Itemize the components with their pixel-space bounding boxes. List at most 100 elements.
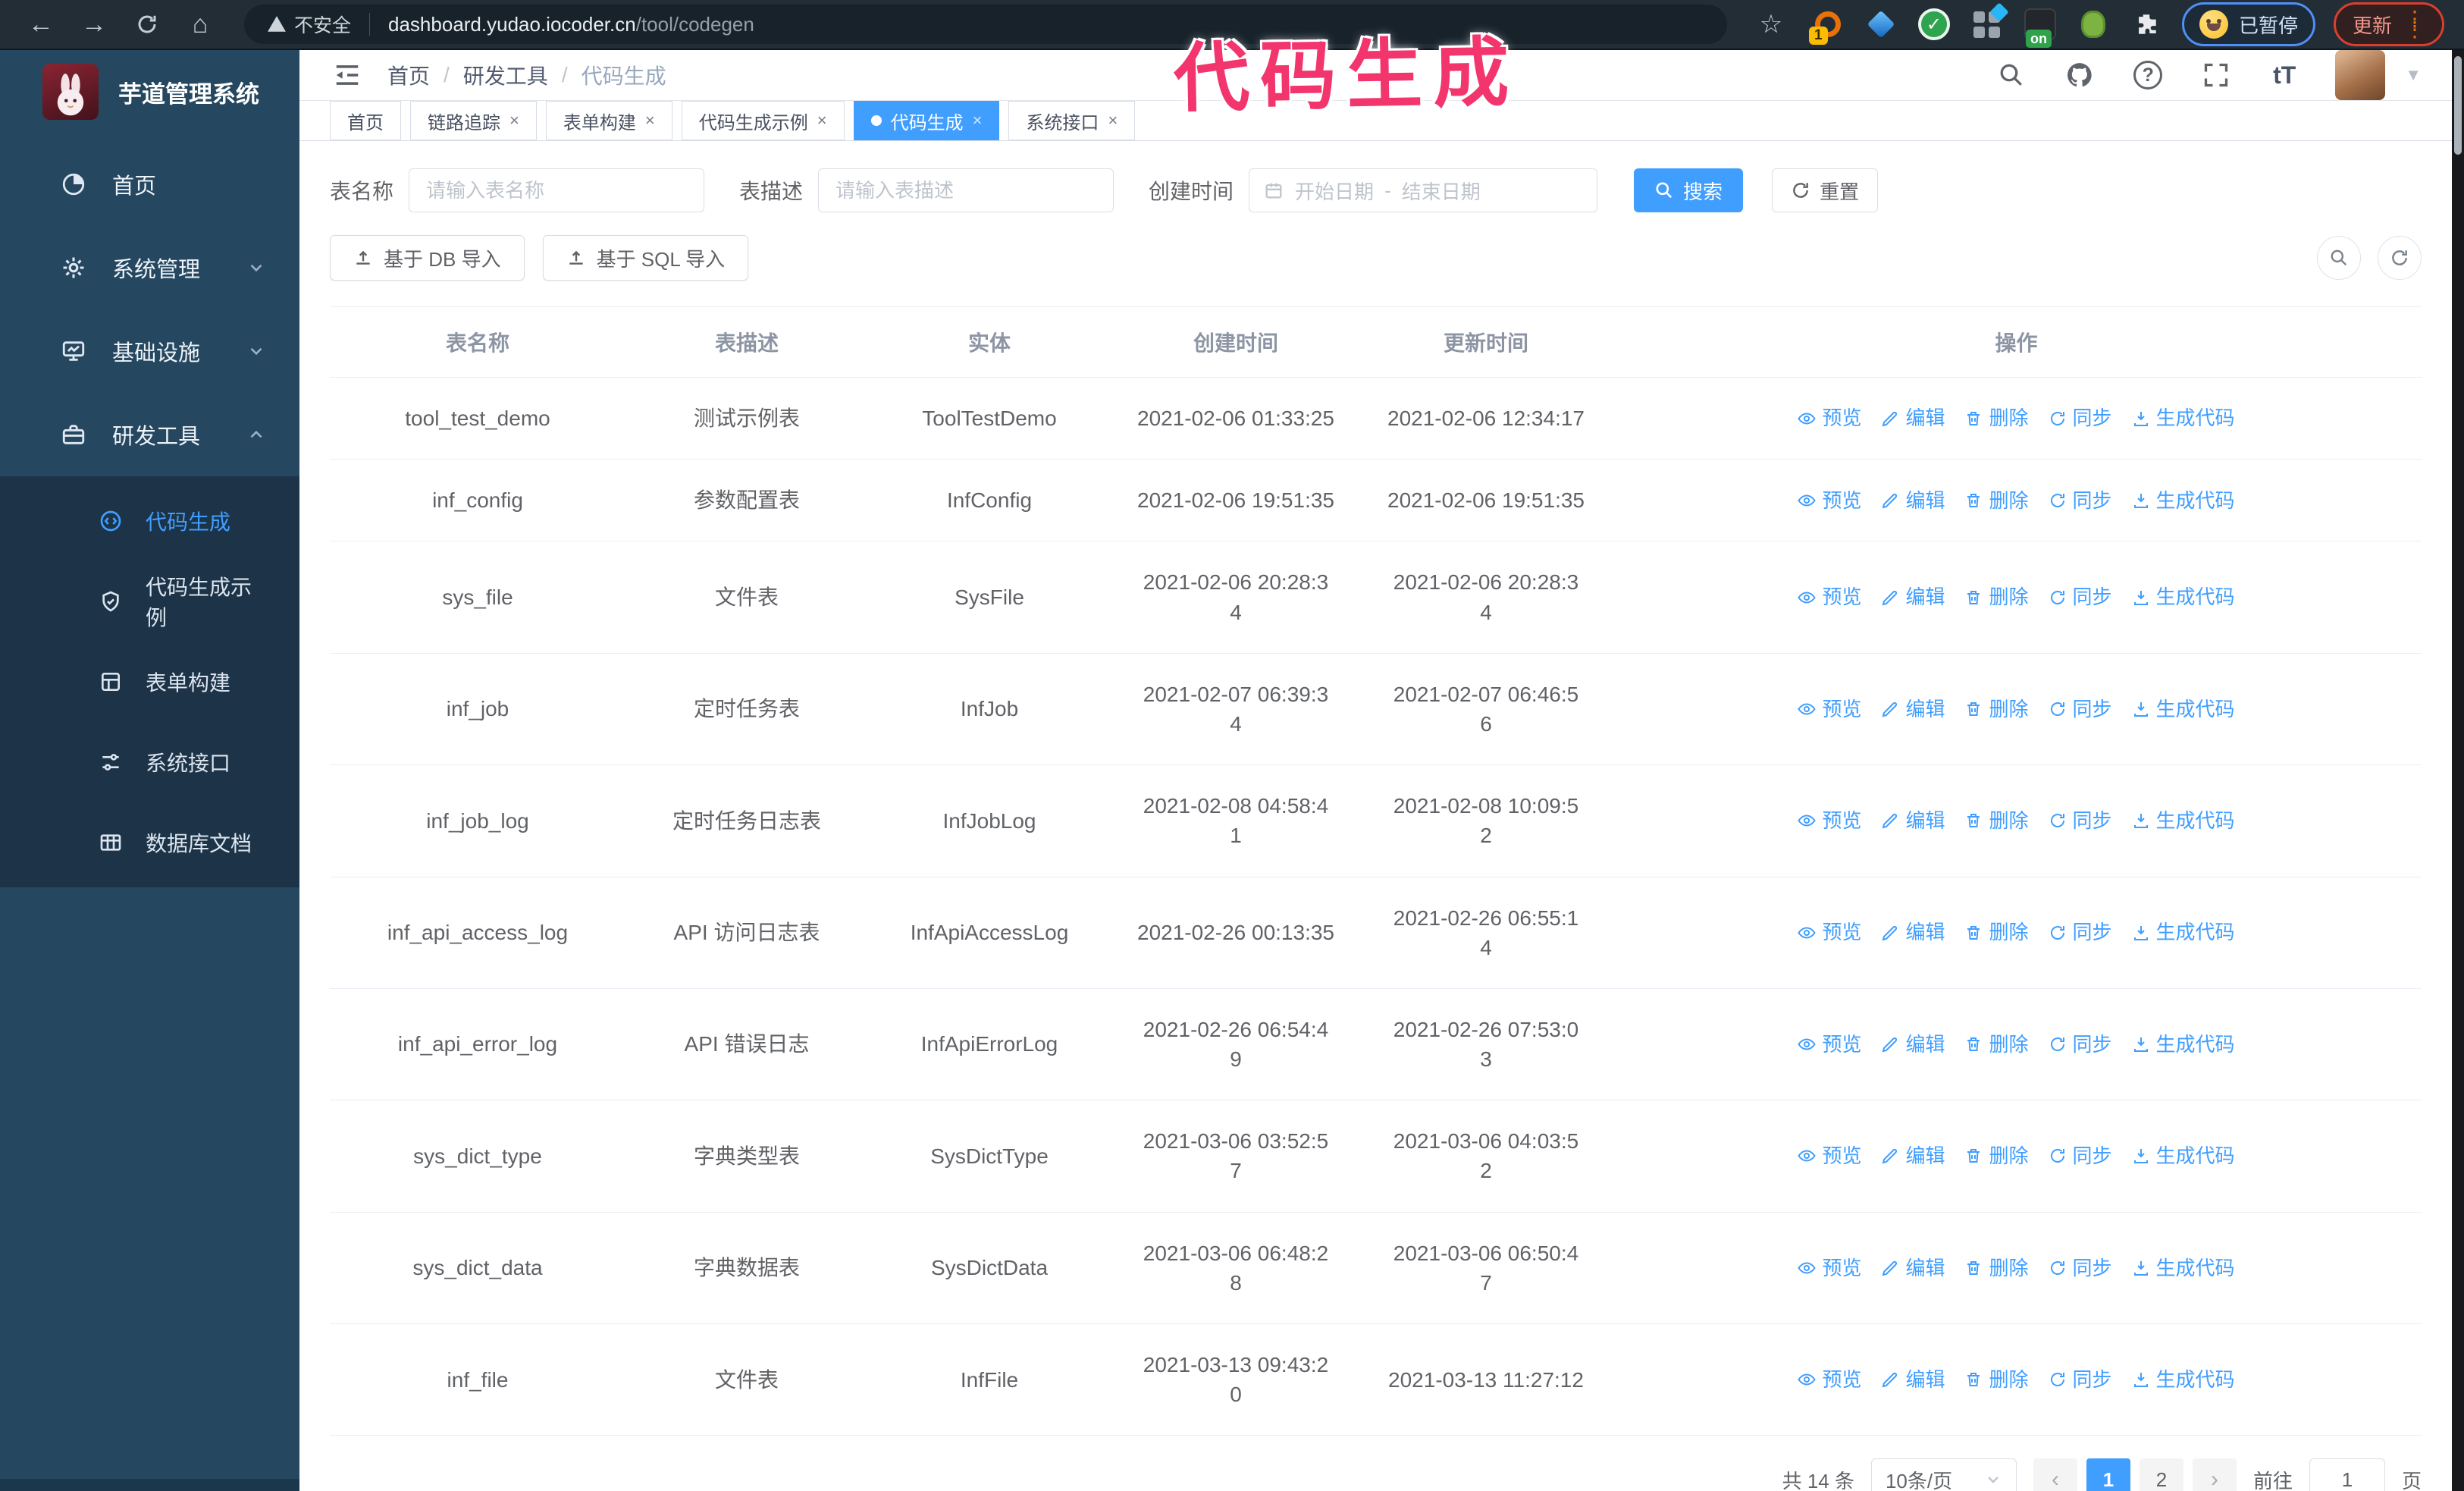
sync-link[interactable]: 同步 xyxy=(2049,807,2112,834)
sidebar-item-devtools[interactable]: 研发工具 xyxy=(0,393,299,476)
edit-link[interactable]: 编辑 xyxy=(1881,1142,1945,1169)
generate-code-link[interactable]: 生成代码 xyxy=(2132,487,2235,514)
page-button-2[interactable]: 2 xyxy=(2139,1458,2183,1491)
reset-button[interactable]: 重置 xyxy=(1772,168,1879,212)
help-icon[interactable]: ? xyxy=(2130,58,2165,93)
table-row[interactable]: sys_dict_data 字典数据表 SysDictData 2021-03-… xyxy=(330,1212,2422,1325)
generate-code-link[interactable]: 生成代码 xyxy=(2132,1366,2235,1393)
sidebar-item-home[interactable]: 首页 xyxy=(0,143,299,226)
date-range-picker[interactable]: 开始日期 - 结束日期 xyxy=(1249,168,1598,212)
preview-link[interactable]: 预览 xyxy=(1798,1142,1861,1169)
preview-link[interactable]: 预览 xyxy=(1798,1031,1861,1058)
preview-link[interactable]: 预览 xyxy=(1798,404,1861,432)
preview-link[interactable]: 预览 xyxy=(1798,487,1861,514)
sync-link[interactable]: 同步 xyxy=(2049,1366,2112,1393)
generate-code-link[interactable]: 生成代码 xyxy=(2132,695,2235,723)
sync-link[interactable]: 同步 xyxy=(2049,404,2112,432)
browser-home-icon[interactable]: ⌂ xyxy=(179,3,221,46)
sidebar-fold-icon[interactable] xyxy=(327,55,368,96)
preview-link[interactable]: 预览 xyxy=(1798,695,1861,723)
page-tab[interactable]: 代码生成示例 × xyxy=(681,101,845,140)
github-icon[interactable] xyxy=(2062,58,2097,93)
sidebar-item-db-doc[interactable]: 数据库文档 xyxy=(0,802,299,883)
search-button[interactable]: 搜索 xyxy=(1634,168,1744,212)
extension-dark-icon[interactable]: on xyxy=(2023,7,2058,48)
url-text[interactable]: dashboard.yudao.iocoder.cn/tool/codegen xyxy=(388,13,754,36)
sync-link[interactable]: 同步 xyxy=(2049,487,2112,514)
breadcrumb-item[interactable]: 研发工具 xyxy=(463,60,548,90)
import-db-button[interactable]: 基于 DB 导入 xyxy=(330,235,525,281)
refresh-table-button[interactable] xyxy=(2378,236,2422,280)
goto-page-input[interactable] xyxy=(2309,1458,2385,1491)
tab-close-icon[interactable]: × xyxy=(817,111,827,130)
browser-menu-dots-icon[interactable]: ⋮ ⋮ xyxy=(2404,8,2425,40)
generate-code-link[interactable]: 生成代码 xyxy=(2132,404,2235,432)
table-row[interactable]: inf_file 文件表 InfFile 2021-03-13 09:43:2 … xyxy=(330,1323,2422,1436)
sync-link[interactable]: 同步 xyxy=(2049,1031,2112,1058)
sync-link[interactable]: 同步 xyxy=(2049,695,2112,723)
delete-link[interactable]: 删除 xyxy=(1964,404,2029,432)
extension-green-icon[interactable] xyxy=(2076,7,2111,42)
edit-link[interactable]: 编辑 xyxy=(1881,583,1945,611)
sidebar-item-system[interactable]: 系统管理 xyxy=(0,226,299,309)
extension-grid-icon[interactable] xyxy=(1970,2,2009,42)
delete-link[interactable]: 删除 xyxy=(1964,1031,2029,1058)
import-sql-button[interactable]: 基于 SQL 导入 xyxy=(542,235,749,281)
sidebar-item-api[interactable]: 系统接口 xyxy=(0,722,299,802)
browser-forward-icon[interactable]: → xyxy=(73,3,115,46)
delete-link[interactable]: 删除 xyxy=(1964,487,2029,514)
page-tab[interactable]: 系统接口 × xyxy=(1008,101,1136,140)
breadcrumb-item[interactable]: 首页 xyxy=(387,60,430,90)
delete-link[interactable]: 删除 xyxy=(1964,583,2029,611)
sync-link[interactable]: 同步 xyxy=(2049,1142,2112,1169)
user-avatar[interactable] xyxy=(2335,50,2386,100)
edit-link[interactable]: 编辑 xyxy=(1881,487,1945,514)
edit-link[interactable]: 编辑 xyxy=(1881,807,1945,834)
preview-link[interactable]: 预览 xyxy=(1798,1366,1861,1393)
generate-code-link[interactable]: 生成代码 xyxy=(2132,1031,2235,1058)
bookmark-star-icon[interactable]: ☆ xyxy=(1750,3,1792,46)
tab-close-icon[interactable]: × xyxy=(645,111,655,130)
tab-close-icon[interactable]: × xyxy=(973,111,983,130)
fullscreen-icon[interactable] xyxy=(2199,58,2234,93)
page-tab[interactable]: 链路追踪 × xyxy=(410,101,537,140)
generate-code-link[interactable]: 生成代码 xyxy=(2132,1142,2235,1169)
delete-link[interactable]: 删除 xyxy=(1964,1254,2029,1282)
security-warning[interactable]: 不安全 xyxy=(267,11,351,38)
preview-link[interactable]: 预览 xyxy=(1798,1254,1861,1282)
edit-link[interactable]: 编辑 xyxy=(1881,1254,1945,1282)
sidebar-item-infra[interactable]: 基础设施 xyxy=(0,309,299,393)
page-size-select[interactable]: 10条/页 xyxy=(1870,1458,2017,1491)
tab-close-icon[interactable]: × xyxy=(1108,111,1118,130)
generate-code-link[interactable]: 生成代码 xyxy=(2132,807,2235,834)
font-size-icon[interactable]: tT xyxy=(2267,58,2302,93)
generate-code-link[interactable]: 生成代码 xyxy=(2132,1254,2235,1282)
extension-orange-icon[interactable]: 1 xyxy=(1808,7,1845,45)
generate-code-link[interactable]: 生成代码 xyxy=(2132,583,2235,611)
sidebar-item-form-builder[interactable]: 表单构建 xyxy=(0,642,299,722)
extensions-puzzle-icon[interactable] xyxy=(2129,7,2164,42)
table-row[interactable]: inf_job 定时任务表 InfJob 2021-02-07 06:39:3 … xyxy=(330,653,2422,766)
sync-link[interactable]: 同步 xyxy=(2049,918,2112,946)
avatar-caret-icon[interactable]: ▼ xyxy=(2405,65,2422,85)
toggle-search-button[interactable] xyxy=(2317,236,2361,280)
extension-check-icon[interactable]: ✓ xyxy=(1917,7,1951,42)
browser-back-icon[interactable]: ← xyxy=(20,3,62,46)
chrome-update-button[interactable]: 更新 ⋮ ⋮ xyxy=(2333,2,2444,46)
page-button-1[interactable]: 1 xyxy=(2086,1458,2130,1491)
table-name-input[interactable] xyxy=(409,168,705,212)
edit-link[interactable]: 编辑 xyxy=(1881,1366,1945,1393)
tab-close-icon[interactable]: × xyxy=(509,111,519,130)
sync-link[interactable]: 同步 xyxy=(2049,583,2112,611)
sidebar-item-codegen-example[interactable]: 代码生成示例 xyxy=(0,561,299,642)
table-desc-input[interactable] xyxy=(818,168,1114,212)
scrollbar-thumb[interactable] xyxy=(2454,56,2462,155)
sidebar-item-codegen[interactable]: 代码生成 xyxy=(0,481,299,561)
edit-link[interactable]: 编辑 xyxy=(1881,1031,1945,1058)
table-row[interactable]: tool_test_demo 测试示例表 ToolTestDemo 2021-0… xyxy=(330,377,2422,460)
sync-link[interactable]: 同步 xyxy=(2049,1254,2112,1282)
table-row[interactable]: inf_api_access_log API 访问日志表 InfApiAcces… xyxy=(330,877,2422,989)
edit-link[interactable]: 编辑 xyxy=(1881,404,1945,432)
logo-area[interactable]: 芋道管理系统 xyxy=(0,50,299,133)
next-page-button[interactable]: › xyxy=(2192,1458,2237,1491)
